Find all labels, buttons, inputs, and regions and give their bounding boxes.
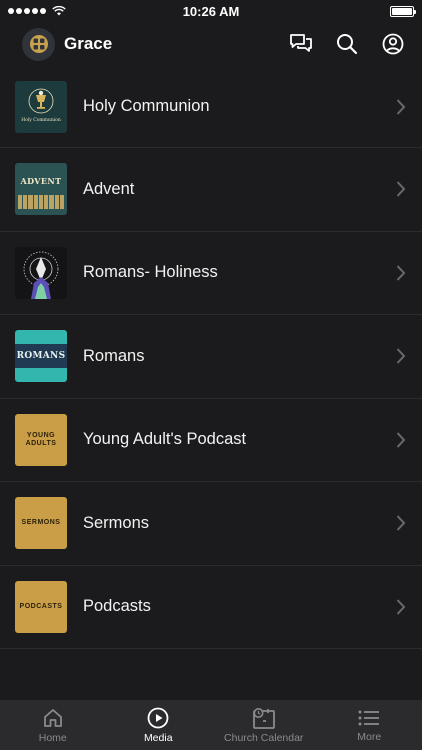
tab-label: Home (38, 731, 67, 744)
list-item-advent[interactable]: ADVENT Advent (0, 148, 422, 232)
thumb-caption: ROMANS (16, 351, 66, 362)
chat-icon (290, 34, 312, 52)
list-item-romans[interactable]: ROMANS Romans (0, 315, 422, 399)
list-item-label: Advent (83, 179, 135, 198)
list-icon (358, 710, 380, 725)
chevron-right-icon (396, 432, 406, 448)
chevron-right-icon (396, 98, 406, 115)
romans-holiness-thumbnail (15, 246, 67, 299)
app-header: Grace (0, 22, 422, 66)
search-button[interactable] (334, 31, 360, 57)
podcasts-thumbnail: PODCASTS (15, 580, 67, 633)
tab-label: Church Calendar (224, 731, 304, 744)
holy-communion-thumbnail: Holy Communion (15, 80, 67, 133)
media-list: Holy Communion Holy Communion ADVENT Adv… (0, 66, 422, 649)
profile-button[interactable] (380, 31, 406, 57)
thumb-caption: Holy Communion (21, 117, 61, 123)
list-item-label: Romans (83, 346, 145, 365)
romans-thumbnail: ROMANS (15, 330, 67, 383)
signal-icon (8, 8, 46, 14)
wifi-icon (52, 6, 66, 16)
list-item-romans-holiness[interactable]: Romans- Holiness (0, 232, 422, 315)
messages-button[interactable] (288, 31, 314, 57)
tab-bar: Home Media Church Calendar More (0, 700, 422, 750)
chevron-right-icon (396, 515, 406, 531)
thumb-caption: PODCASTS (19, 602, 63, 610)
young-adults-thumbnail: YOUNG ADULTS (15, 413, 67, 466)
list-item-label: Holy Communion (83, 97, 210, 115)
calendar-icon (252, 707, 275, 729)
tab-label: Media (143, 731, 173, 744)
status-bar: 10:26 AM (0, 0, 422, 22)
search-icon (337, 34, 358, 55)
list-item-label: Sermons (83, 513, 150, 532)
tab-home[interactable]: Home (0, 700, 106, 750)
thumb-caption: YOUNG ADULTS (25, 431, 57, 447)
thumb-caption: ADVENT (20, 176, 62, 187)
user-icon (382, 33, 404, 55)
thumb-decoration (18, 195, 64, 210)
list-item-label: Romans- Holiness (83, 263, 218, 282)
tab-label: More (357, 730, 382, 743)
play-icon (147, 707, 169, 728)
chevron-right-icon (396, 265, 406, 281)
list-item-podcasts[interactable]: PODCASTS Podcasts (0, 566, 422, 649)
holiness-artwork-icon (23, 251, 59, 299)
tab-media[interactable]: Media (106, 700, 212, 750)
header-actions (288, 31, 406, 57)
list-item-young-adults-podcast[interactable]: YOUNG ADULTS Young Adult's Podcast (0, 399, 422, 482)
chevron-right-icon (396, 348, 406, 364)
app-title: Grace (64, 34, 113, 53)
church-logo-icon[interactable] (22, 27, 55, 61)
sermons-thumbnail: SERMONS (15, 497, 67, 550)
list-item-label: Podcasts (83, 597, 151, 616)
tab-church-calendar[interactable]: Church Calendar (211, 700, 317, 750)
chalice-icon (28, 88, 54, 113)
battery-icon (390, 5, 416, 17)
list-item-sermons[interactable]: SERMONS Sermons (0, 482, 422, 566)
advent-thumbnail: ADVENT (15, 163, 67, 216)
status-left (8, 6, 66, 16)
chevron-right-icon (396, 181, 406, 197)
home-icon (43, 708, 62, 727)
thumb-caption: SERMONS (21, 519, 61, 527)
list-item-holy-communion[interactable]: Holy Communion Holy Communion (0, 66, 422, 148)
list-item-label: Young Adult's Podcast (83, 430, 247, 449)
chevron-right-icon (396, 599, 406, 615)
tab-more[interactable]: More (317, 700, 422, 750)
